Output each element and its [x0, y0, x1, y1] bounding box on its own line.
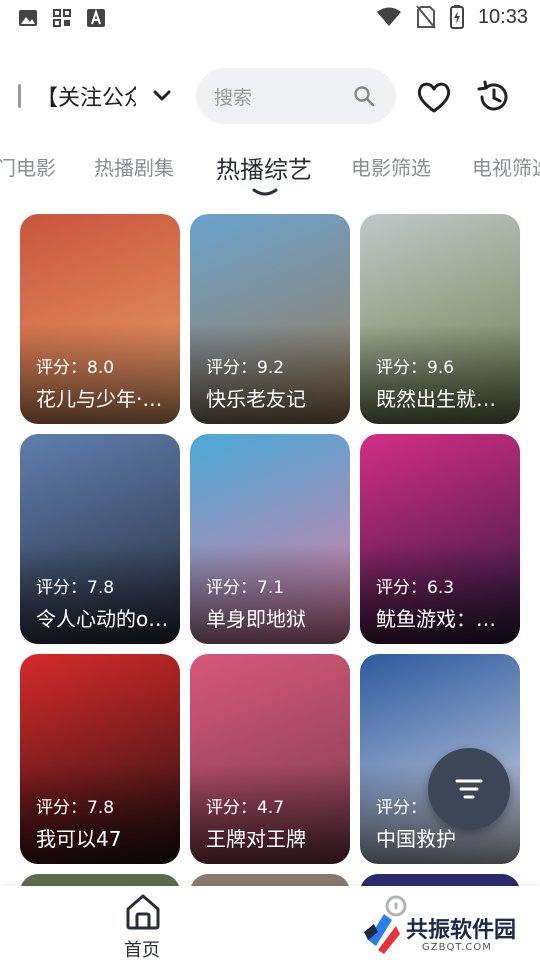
status-left-icons — [18, 8, 106, 28]
tab-tv-filter[interactable]: 电视筛选 — [472, 152, 540, 181]
grid-apps-icon — [53, 9, 71, 27]
watermark-name: 共振软件园 — [406, 918, 517, 943]
show-card[interactable]: 评分：9.6 既然出生就环游世界 — [360, 214, 520, 424]
home-icon — [126, 894, 160, 930]
nav-home[interactable]: 首页 — [118, 892, 168, 960]
category-tabs: 门电影 热播剧集 热播综艺 电影筛选 电视筛选 — [0, 138, 540, 198]
top-bar: 【关注公众号 搜索 — [0, 68, 540, 124]
search-placeholder: 搜索 — [214, 87, 253, 109]
clock: 10:33 — [477, 5, 528, 28]
card-title: 快乐老友记 — [206, 387, 306, 411]
filter-icon — [455, 779, 483, 799]
show-card[interactable]: 评分：7.1 单身即地狱 — [190, 434, 350, 644]
card-rating: 评分：9.2 — [206, 358, 285, 378]
battery-charging-icon — [449, 5, 464, 29]
nav-home-label: 首页 — [124, 940, 160, 960]
card-title: 王牌对王牌 — [206, 827, 306, 851]
wifi-icon — [376, 7, 401, 26]
active-tab-indicator — [252, 188, 278, 196]
show-card[interactable]: 评分：6.3 鱿鱼游戏：挑战 — [360, 434, 520, 644]
card-rating: 评分：9.6 — [376, 358, 455, 378]
chevron-down-icon[interactable] — [148, 82, 176, 110]
show-card[interactable]: 评分：8.0 花儿与少年·丝路季 — [20, 214, 180, 424]
show-card[interactable]: 评分：7.8 我可以47 — [20, 654, 180, 864]
tab-hot-variety[interactable]: 热播综艺 — [216, 150, 312, 185]
tab-movies[interactable]: 门电影 — [0, 152, 56, 181]
show-card[interactable]: 评分：7.8 令人心动的offer — [20, 434, 180, 644]
search-input[interactable]: 搜索 — [196, 68, 396, 124]
card-title: 鱿鱼游戏：挑战 — [376, 607, 512, 631]
search-icon[interactable] — [352, 84, 376, 108]
card-rating: 评分：7.8 — [36, 578, 115, 598]
card-title: 令人心动的offer — [36, 607, 172, 631]
status-bar: 10:33 — [0, 0, 540, 36]
watermark-logo: 共振软件园 GZBQT.COM — [360, 908, 530, 956]
channel-selector-label[interactable]: 【关注公众号 — [36, 80, 136, 112]
show-card[interactable]: 评分：4.7 王牌对王牌 — [190, 654, 350, 864]
history-icon[interactable] — [476, 80, 512, 114]
card-title: 既然出生就环游世界 — [376, 387, 512, 411]
card-rating: 评分：6.3 — [376, 578, 455, 598]
font-a-icon — [87, 8, 105, 27]
heart-icon[interactable] — [416, 80, 452, 114]
filter-button[interactable] — [428, 748, 510, 830]
card-title: 单身即地狱 — [206, 607, 306, 631]
tab-movie-filter[interactable]: 电影筛选 — [351, 152, 431, 181]
card-title: 中国救护 — [376, 827, 456, 851]
header-divider — [18, 84, 21, 108]
status-right-icons: 10:33 — [376, 5, 528, 29]
no-sim-icon — [416, 5, 436, 29]
card-title: 我可以47 — [36, 827, 122, 851]
card-rating: 评分：4.7 — [206, 798, 285, 818]
card-rating: 评分： — [376, 798, 427, 818]
watermark-domain: GZBQT.COM — [422, 942, 492, 953]
card-rating: 评分：7.1 — [206, 578, 285, 598]
image-icon — [19, 10, 37, 26]
card-title: 花儿与少年·丝路季 — [36, 387, 172, 411]
tab-hot-series[interactable]: 热播剧集 — [94, 152, 174, 181]
watermark-mark-icon — [364, 914, 400, 954]
show-card[interactable]: 评分：9.2 快乐老友记 — [190, 214, 350, 424]
card-rating: 评分：7.8 — [36, 798, 115, 818]
card-rating: 评分：8.0 — [36, 358, 115, 378]
